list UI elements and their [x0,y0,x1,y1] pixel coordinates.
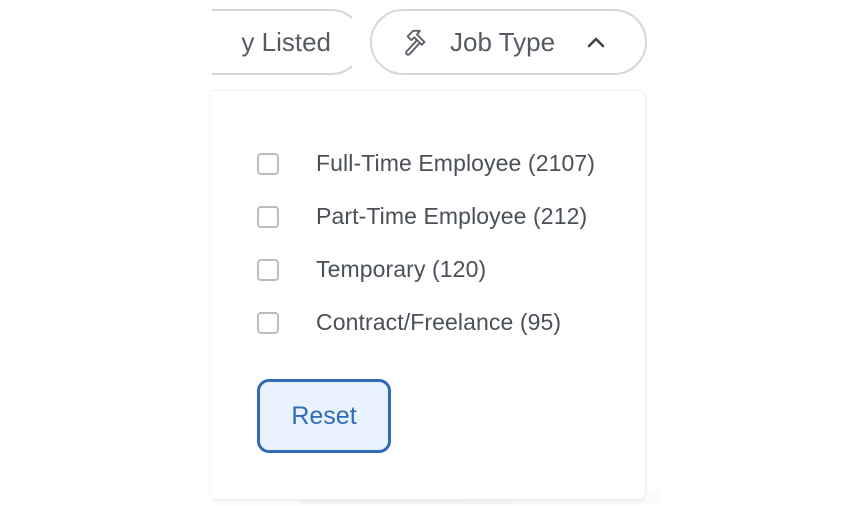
date-listed-filter-label: y Listed [241,26,331,57]
part-time-checkbox[interactable] [257,205,279,228]
option-label: Full-Time Employee (2107) [316,150,596,176]
option-label: Temporary (120) [316,256,487,282]
option-label: Contract/Freelance (95) [316,309,562,335]
job-type-dropdown-panel: Full-Time Employee (2107) Part-Time Empl… [212,90,646,500]
job-type-option-temporary[interactable]: Temporary (120) [257,243,595,296]
date-listed-filter-clip: y Listed [212,8,352,78]
contract-checkbox[interactable] [257,311,279,334]
job-type-filter-pill[interactable]: Job Type [370,9,647,75]
job-type-option-part-time[interactable]: Part-Time Employee (212) [257,190,595,243]
hammer-icon [405,29,426,56]
date-listed-filter-pill[interactable]: y Listed [212,9,352,75]
option-label: Part-Time Employee (212) [316,203,588,229]
job-type-options-list: Full-Time Employee (2107) Part-Time Empl… [257,137,595,349]
full-time-checkbox[interactable] [257,152,279,175]
temporary-checkbox[interactable] [257,258,279,281]
job-type-option-full-time[interactable]: Full-Time Employee (2107) [257,137,595,190]
chevron-up-icon [587,37,605,48]
job-type-option-contract[interactable]: Contract/Freelance (95) [257,296,595,349]
job-type-filter-label: Job Type [450,26,556,57]
reset-button[interactable]: Reset [257,379,391,453]
